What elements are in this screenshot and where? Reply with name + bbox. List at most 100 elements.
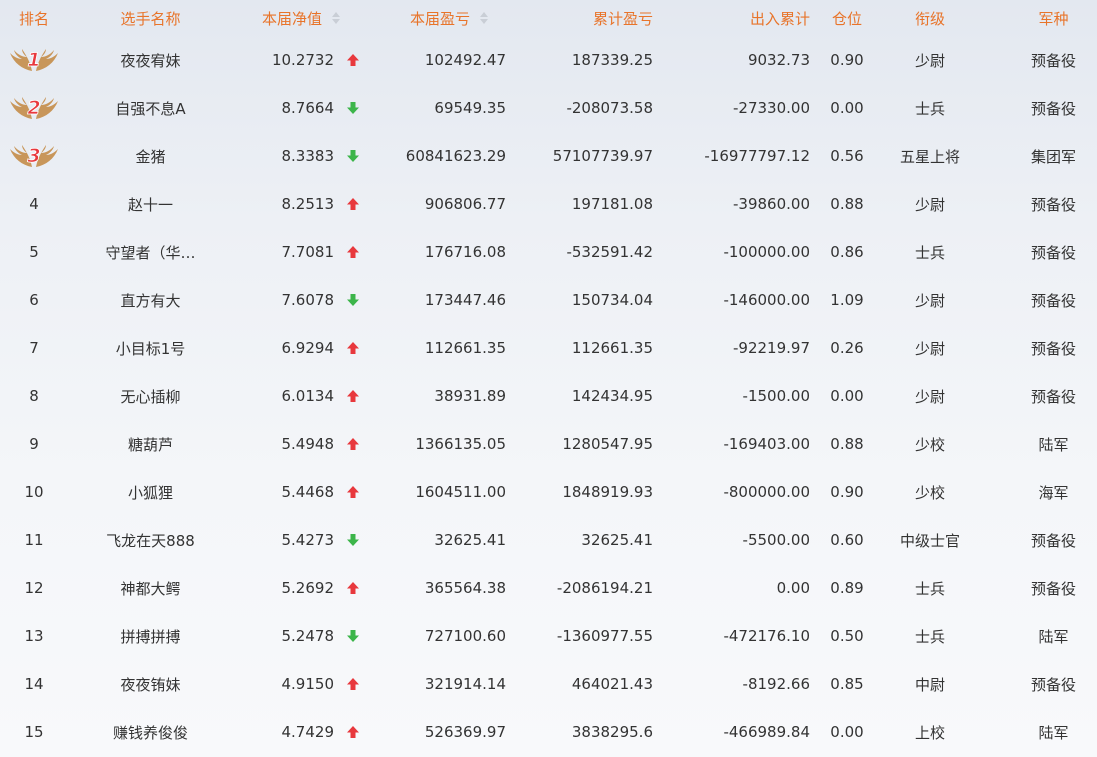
table-row[interactable]: 5 守望者（华… 7.7081 176716.08 -532591.42 -100000.…: [0, 228, 1097, 276]
position-cell: 0.60: [830, 531, 864, 549]
leaderboard: 排名 选手名称 本届净值 本届盈亏 累计盈亏 出入累计 仓位 衔级 军种 1 夜夜…: [0, 0, 1097, 757]
title-cell: 士兵: [914, 243, 945, 262]
cumulative-cell: 32625.41: [581, 531, 653, 549]
rank-cell: 12: [24, 579, 44, 597]
player-name[interactable]: 赚钱养俊俊: [88, 708, 213, 756]
in-out-cell: -5500.00: [742, 531, 810, 549]
table-row[interactable]: 2 自强不息A 8.7664 69549.35 -208073.58 -27330.00 0…: [0, 84, 1097, 132]
rank-medal: 1: [8, 36, 60, 84]
table-row[interactable]: 7 小目标1号 6.9294 112661.35 112661.35 -92219.97 0…: [0, 324, 1097, 372]
in-out-cell: -472176.10: [723, 627, 810, 645]
in-out-cell: -39860.00: [733, 195, 810, 213]
player-name[interactable]: 小狐狸: [88, 468, 213, 516]
cumulative-cell: 464021.43: [571, 675, 653, 693]
player-name[interactable]: 赵十一: [88, 180, 213, 228]
in-out-cell: -92219.97: [733, 339, 810, 357]
net-value-cell: 10.2732: [230, 36, 370, 84]
title-cell: 上校: [914, 723, 945, 742]
arrow-up-icon: [346, 245, 360, 259]
title-cell: 少校: [914, 483, 945, 502]
arrow-up-icon: [346, 341, 360, 355]
player-name[interactable]: 拼搏拼搏: [88, 612, 213, 660]
table-row[interactable]: 4 赵十一 8.2513 906806.77 197181.08 -39860.00 0.8…: [0, 180, 1097, 228]
position-cell: 0.56: [830, 147, 864, 165]
player-name[interactable]: 糖葫芦: [88, 420, 213, 468]
table-row[interactable]: 8 无心插柳 6.0134 38931.89 142434.95 -1500.00 0.00…: [0, 372, 1097, 420]
net-value: 10.2732: [271, 51, 334, 69]
table-row[interactable]: 12 神都大鳄 5.2692 365564.38 -2086194.21 0.00 0.89…: [0, 564, 1097, 612]
net-value: 5.2478: [281, 627, 335, 645]
net-value-cell: 8.3383: [230, 132, 370, 180]
table-row[interactable]: 11 飞龙在天888 5.4273 32625.41 32625.41 -5500.00 0…: [0, 516, 1097, 564]
table-row[interactable]: 3 金猪 8.3383 60841623.29 57107739.97 -16977797…: [0, 132, 1097, 180]
net-value-cell: 5.4468: [230, 468, 370, 516]
sort-icon[interactable]: [332, 12, 341, 24]
rank-cell: 9: [29, 435, 39, 453]
position-cell: 0.89: [830, 579, 864, 597]
table-row[interactable]: 14 夜夜铕妹 4.9150 321914.14 464021.43 -8192.66 0.…: [0, 660, 1097, 708]
cumulative-cell: 1280547.95: [562, 435, 653, 453]
header-net-value[interactable]: 本届净值: [262, 0, 372, 36]
profit-cell: 1366135.05: [415, 435, 506, 453]
header-rank: 排名: [18, 9, 49, 28]
net-value: 6.0134: [281, 387, 335, 405]
title-cell: 少尉: [914, 51, 945, 70]
net-value: 7.7081: [281, 243, 335, 261]
net-value: 5.4948: [281, 435, 335, 453]
in-out-cell: -800000.00: [723, 483, 810, 501]
profit-cell: 365564.38: [424, 579, 506, 597]
header-profit-label: 本届盈亏: [410, 9, 471, 28]
army-cell: 预备役: [1030, 387, 1076, 406]
table-row[interactable]: 10 小狐狸 5.4468 1604511.00 1848919.93 -800000.0…: [0, 468, 1097, 516]
rank-cell: 14: [24, 675, 44, 693]
profit-cell: 906806.77: [424, 195, 506, 213]
arrow-up-icon: [346, 581, 360, 595]
in-out-cell: -27330.00: [733, 99, 810, 117]
profit-cell: 727100.60: [424, 627, 506, 645]
player-name[interactable]: 夜夜铕妹: [88, 660, 213, 708]
position-cell: 0.00: [830, 723, 864, 741]
profit-cell: 173447.46: [424, 291, 506, 309]
profit-cell: 38931.89: [434, 387, 506, 405]
player-name[interactable]: 神都大鳄: [88, 564, 213, 612]
player-name[interactable]: 直方有大: [88, 276, 213, 324]
header-profit[interactable]: 本届盈亏: [410, 0, 520, 36]
army-cell: 预备役: [1030, 339, 1076, 358]
army-cell: 陆军: [1038, 627, 1069, 646]
table-row[interactable]: 13 拼搏拼搏 5.2478 727100.60 -1360977.55 -472176.…: [0, 612, 1097, 660]
player-name[interactable]: 夜夜宥妹: [88, 36, 213, 84]
cumulative-cell: -2086194.21: [556, 579, 653, 597]
wing-medal-icon: 1: [10, 49, 58, 71]
player-name[interactable]: 金猪: [88, 132, 213, 180]
net-value-cell: 5.4948: [230, 420, 370, 468]
cumulative-cell: 112661.35: [571, 339, 653, 357]
player-name[interactable]: 无心插柳: [88, 372, 213, 420]
rank-cell: 10: [24, 483, 44, 501]
player-name[interactable]: 小目标1号: [88, 324, 213, 372]
table-row[interactable]: 1 夜夜宥妹 10.2732 102492.47 187339.25 9032.73 0.9…: [0, 36, 1097, 84]
table-row[interactable]: 9 糖葫芦 5.4948 1366135.05 1280547.95 -169403.00…: [0, 420, 1097, 468]
net-value-cell: 6.0134: [230, 372, 370, 420]
title-cell: 少尉: [914, 387, 945, 406]
in-out-cell: 9032.73: [747, 51, 810, 69]
svg-text:2: 2: [27, 97, 40, 119]
net-value: 4.9150: [281, 675, 335, 693]
profit-cell: 1604511.00: [415, 483, 506, 501]
table-row[interactable]: 15 赚钱养俊俊 4.7429 526369.97 3838295.6 -466989.8…: [0, 708, 1097, 756]
sort-icon[interactable]: [480, 12, 489, 24]
arrow-down-icon: [346, 533, 360, 547]
profit-cell: 32625.41: [434, 531, 506, 549]
net-value: 8.7664: [281, 99, 335, 117]
in-out-cell: -146000.00: [723, 291, 810, 309]
table-row[interactable]: 6 直方有大 7.6078 173447.46 150734.04 -146000.00 1…: [0, 276, 1097, 324]
player-name[interactable]: 飞龙在天888: [88, 516, 213, 564]
player-name[interactable]: 自强不息A: [88, 84, 213, 132]
header-cumulative: 累计盈亏: [592, 9, 653, 28]
player-name[interactable]: 守望者（华…: [88, 228, 213, 276]
cumulative-cell: 1848919.93: [562, 483, 653, 501]
in-out-cell: -16977797.12: [704, 147, 810, 165]
army-cell: 预备役: [1030, 243, 1076, 262]
arrow-down-icon: [346, 293, 360, 307]
arrow-down-icon: [346, 149, 360, 163]
army-cell: 陆军: [1038, 723, 1069, 742]
